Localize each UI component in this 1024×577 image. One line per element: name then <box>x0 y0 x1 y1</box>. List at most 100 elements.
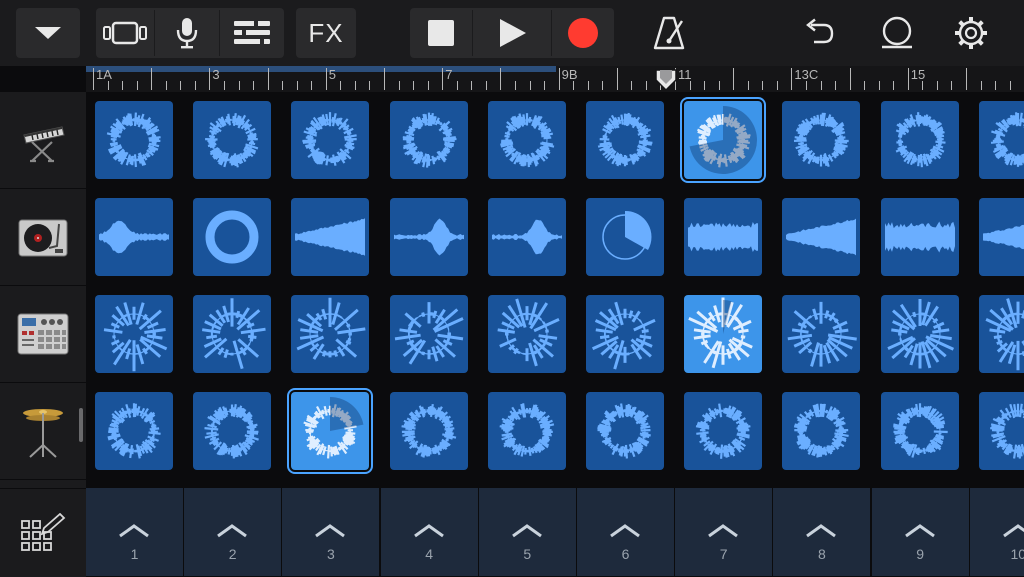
loop-cell[interactable] <box>389 198 468 276</box>
column-trigger[interactable]: 4 <box>380 488 478 576</box>
grid-edit-button[interactable] <box>0 488 86 577</box>
chevron-up-icon <box>708 524 739 538</box>
loop-cell[interactable] <box>291 101 370 179</box>
column-trigger[interactable]: 8 <box>773 488 871 576</box>
loop-cell[interactable] <box>95 198 173 276</box>
play-button[interactable] <box>473 8 551 58</box>
loop-cell[interactable] <box>193 392 272 470</box>
loop-cell[interactable] <box>487 392 566 470</box>
loop-cell[interactable] <box>978 198 1024 276</box>
loop-cell[interactable] <box>389 101 468 179</box>
playhead-icon[interactable] <box>654 68 678 92</box>
menu-button[interactable] <box>16 8 80 58</box>
column-number: 1 <box>130 546 139 562</box>
instrument-row-4[interactable] <box>0 383 86 480</box>
loop-cell[interactable] <box>95 295 173 373</box>
loop-cell[interactable] <box>193 101 272 179</box>
fx-button[interactable]: FX <box>296 8 356 58</box>
ruler-beat-tick <box>122 81 124 90</box>
loop-cell[interactable] <box>978 295 1024 373</box>
loop-cell[interactable] <box>586 198 664 276</box>
column-trigger[interactable]: 6 <box>577 488 674 576</box>
ruler-label: 9B <box>561 67 578 82</box>
waveform-icon <box>688 297 754 369</box>
ruler-beat-tick <box>922 81 924 90</box>
loop-button[interactable] <box>874 8 920 58</box>
record-button[interactable] <box>552 8 614 58</box>
ruler-beat-tick <box>136 81 138 90</box>
loop-cell[interactable] <box>684 198 763 276</box>
loop-cell[interactable] <box>193 295 272 373</box>
chevron-up-icon <box>217 524 248 538</box>
sidebar-scrollbar[interactable] <box>79 408 83 442</box>
loop-cell[interactable] <box>389 392 468 470</box>
ruler-beat-tick <box>282 81 284 90</box>
loop-cell[interactable] <box>95 392 173 470</box>
loop-cell[interactable] <box>978 392 1024 470</box>
column-trigger[interactable]: 3 <box>282 488 380 576</box>
loop-cell[interactable] <box>880 101 959 179</box>
loop-cell[interactable] <box>586 295 664 373</box>
ruler-beat-tick <box>194 81 196 90</box>
loop-cell[interactable] <box>684 295 763 373</box>
loop-cell[interactable] <box>782 198 861 276</box>
gear-icon <box>955 17 987 49</box>
stop-button[interactable] <box>410 8 472 58</box>
ruler-beat-tick <box>398 81 400 90</box>
bar-ruler[interactable]: 1A 3 5 7 9B 11 13C 15 <box>86 66 1024 92</box>
instrument-row-3[interactable] <box>0 286 86 383</box>
column-trigger[interactable]: 2 <box>184 488 282 576</box>
instrument-row-2[interactable] <box>0 189 86 286</box>
waveform-icon <box>688 222 759 252</box>
waveform-icon <box>884 221 955 253</box>
metronome-button[interactable] <box>644 8 694 58</box>
loop-cell[interactable] <box>193 198 272 276</box>
view-toggle-button[interactable] <box>96 8 154 58</box>
ruler-beat-tick <box>544 81 546 90</box>
microphone-button[interactable] <box>155 8 219 58</box>
settings-button[interactable] <box>948 8 994 58</box>
loop-cell[interactable] <box>880 198 959 276</box>
chevron-up-icon <box>1002 524 1024 538</box>
ruler-bar-tick <box>209 68 211 90</box>
loop-cell[interactable] <box>782 101 861 179</box>
ruler-bar-tick <box>442 68 444 90</box>
loop-cell[interactable] <box>782 392 861 470</box>
ruler-bar-tick <box>93 68 94 90</box>
column-number: 4 <box>425 546 433 562</box>
waveform-icon <box>106 112 161 168</box>
ruler-beat-tick <box>762 81 764 90</box>
loop-cell[interactable] <box>880 392 959 470</box>
loop-cell[interactable] <box>487 295 566 373</box>
column-trigger[interactable]: 9 <box>871 488 969 576</box>
loop-cell[interactable] <box>95 101 173 179</box>
waveform-icon <box>895 112 946 168</box>
loop-cell[interactable] <box>291 198 370 276</box>
loop-cell[interactable] <box>487 198 566 276</box>
loop-cell[interactable] <box>880 295 959 373</box>
loop-cell[interactable] <box>487 101 566 179</box>
loop-cell[interactable] <box>291 295 370 373</box>
column-number: 5 <box>523 546 532 562</box>
loop-cell[interactable] <box>782 295 861 373</box>
ruler-beat-tick <box>369 81 371 90</box>
loop-cell[interactable] <box>291 392 370 470</box>
loop-cell[interactable] <box>684 392 763 470</box>
loop-cell[interactable] <box>586 392 664 470</box>
undo-button[interactable] <box>796 8 842 58</box>
undo-icon <box>806 18 834 44</box>
loop-cell[interactable] <box>684 101 763 179</box>
controls-button[interactable] <box>220 8 284 58</box>
control-bar: FX <box>0 0 1024 66</box>
column-trigger[interactable]: 5 <box>478 488 576 576</box>
column-trigger[interactable]: 1 <box>86 488 183 576</box>
loop-cell[interactable] <box>389 295 468 373</box>
waveform-icon <box>794 112 850 168</box>
column-trigger[interactable]: 10 <box>969 488 1024 576</box>
instrument-row-1[interactable] <box>0 92 86 189</box>
ruler-beat-tick <box>602 81 604 90</box>
loop-cell[interactable] <box>586 101 664 179</box>
column-number: 6 <box>621 546 630 562</box>
loop-cell[interactable] <box>978 101 1024 179</box>
column-trigger[interactable]: 7 <box>675 488 773 576</box>
